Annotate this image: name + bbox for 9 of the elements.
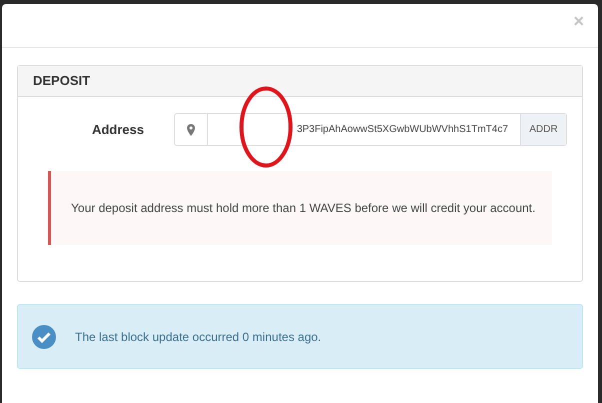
address-label: Address bbox=[90, 120, 144, 139]
address-value: 3P3FipAhAowwSt5XGwbWUbWVhhS1TmT4c7 bbox=[296, 123, 508, 137]
map-pin-icon bbox=[187, 124, 195, 136]
check-circle-icon bbox=[32, 324, 56, 348]
info-text: The last block update occurred 0 minutes ago. bbox=[75, 328, 322, 346]
address-field[interactable]: 3P3FipAhAowwSt5XGwbWUbWVhhS1TmT4c7 ADDR bbox=[174, 113, 567, 146]
address-addon: ADDR bbox=[520, 114, 566, 145]
warning-text: Your deposit address must hold more than 1 WAVES before we will credit your account. bbox=[71, 200, 536, 216]
panel-title: DEPOSIT bbox=[33, 72, 90, 90]
